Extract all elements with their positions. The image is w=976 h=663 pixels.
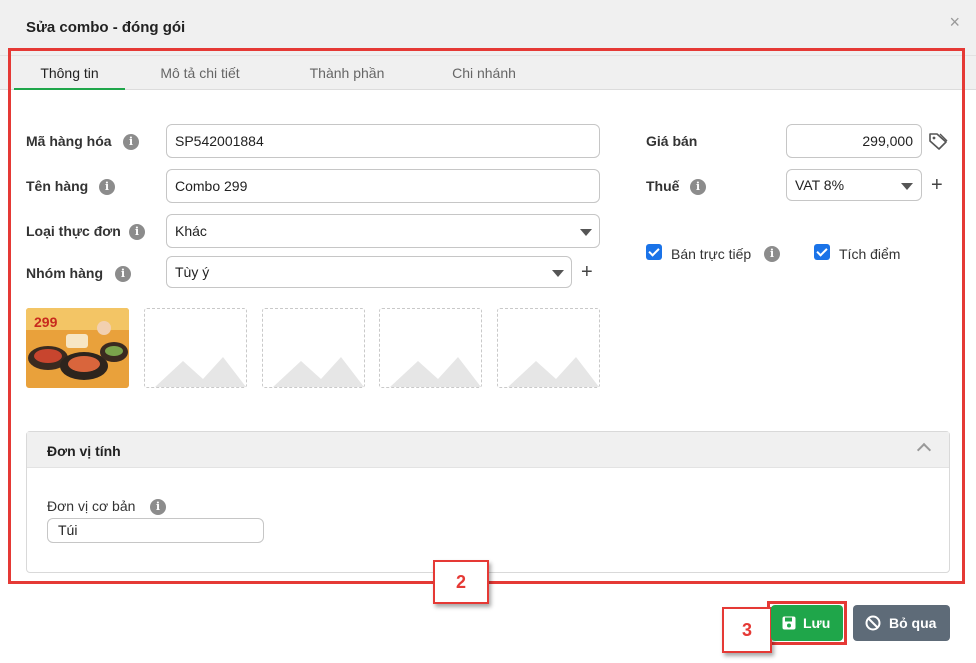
chevron-down-icon[interactable] [901, 183, 913, 190]
tab-thong-tin[interactable]: Thông tin [14, 56, 125, 90]
image-placeholder[interactable] [497, 308, 600, 388]
tab-thanh-phan[interactable]: Thành phần [290, 56, 404, 90]
loai-thuc-don-select[interactable]: Khác [166, 214, 600, 248]
tich-diem-checkbox[interactable] [814, 244, 830, 260]
tich-diem-label: Tích điểm [839, 246, 901, 262]
gia-ban-input[interactable]: 299,000 [786, 124, 922, 158]
unit-panel: Đơn vị tính Đơn vị cơ bản i Túi [26, 431, 950, 573]
save-button[interactable]: Lưu [771, 605, 843, 641]
chevron-down-icon[interactable] [552, 270, 564, 277]
info-icon[interactable]: i [115, 266, 131, 282]
image-placeholder[interactable] [144, 308, 247, 388]
cancel-circle-icon [865, 615, 881, 631]
chevron-down-icon[interactable] [580, 229, 592, 236]
cancel-button[interactable]: Bỏ qua [853, 605, 950, 641]
ban-truc-tiep-checkbox[interactable] [646, 244, 662, 260]
unit-panel-title: Đơn vị tính [47, 443, 121, 459]
info-icon[interactable]: i [690, 179, 706, 195]
cancel-button-label: Bỏ qua [889, 615, 937, 631]
image-placeholder[interactable] [262, 308, 365, 388]
info-icon[interactable]: i [150, 499, 166, 515]
info-icon[interactable]: i [123, 134, 139, 150]
unit-panel-header[interactable]: Đơn vị tính [27, 432, 949, 468]
callout-3: 3 [722, 607, 772, 653]
add-thue-icon[interactable]: + [931, 175, 943, 195]
ma-hang-hoa-input[interactable]: SP542001884 [166, 124, 600, 158]
close-icon[interactable]: × [949, 12, 960, 33]
gia-ban-label: Giá bán [646, 133, 698, 149]
loai-thuc-don-label: Loại thực đơn [26, 223, 121, 239]
info-icon[interactable]: i [764, 246, 780, 262]
save-button-label: Lưu [803, 615, 831, 631]
dialog-header: Sửa combo - đóng gói × [0, 0, 976, 56]
nhom-hang-select[interactable]: Tùy ý [166, 256, 572, 288]
ten-hang-label: Tên hàng [26, 178, 89, 194]
ban-truc-tiep-label: Bán trực tiếp [671, 246, 752, 262]
image-placeholder[interactable] [379, 308, 482, 388]
tab-bar: Thông tin Mô tả chi tiết Thành phần Chi … [0, 56, 976, 90]
tab-mo-ta-chi-tiet[interactable]: Mô tả chi tiết [140, 56, 260, 90]
info-icon[interactable]: i [129, 224, 145, 240]
base-unit-label: Đơn vị cơ bản [47, 498, 136, 514]
thue-label: Thuế [646, 178, 680, 194]
product-image-caption: 299 [34, 314, 58, 330]
ten-hang-input[interactable]: Combo 299 [166, 169, 600, 203]
tag-icon[interactable] [928, 132, 948, 150]
add-nhom-hang-icon[interactable]: + [581, 262, 593, 282]
info-icon[interactable]: i [99, 179, 115, 195]
ma-hang-hoa-label: Mã hàng hóa [26, 133, 112, 149]
dialog-title: Sửa combo - đóng gói [26, 19, 186, 36]
floppy-disk-icon [782, 616, 796, 630]
product-image[interactable]: 299 [26, 308, 129, 388]
callout-2: 2 [433, 560, 489, 604]
tab-chi-nhanh[interactable]: Chi nhánh [436, 56, 532, 90]
base-unit-input[interactable]: Túi [47, 518, 264, 543]
nhom-hang-label: Nhóm hàng [26, 265, 103, 281]
chevron-up-icon[interactable] [916, 442, 932, 458]
